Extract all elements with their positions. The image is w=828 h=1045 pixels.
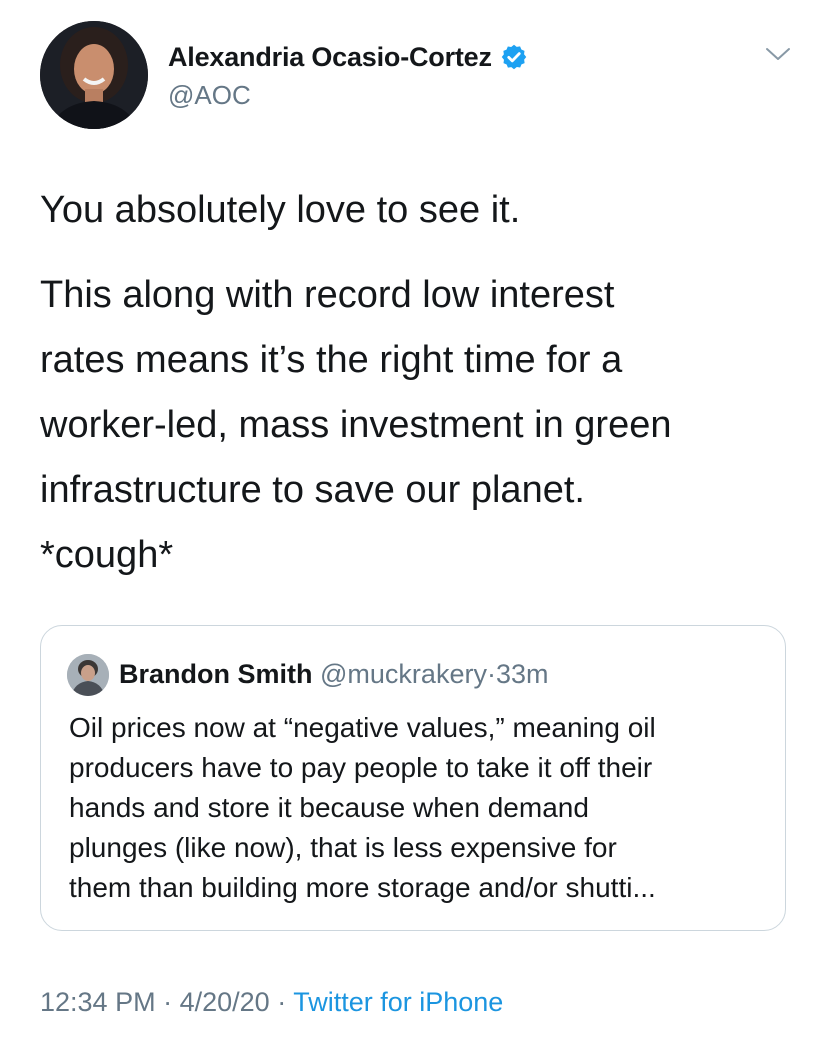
tweet-source-link[interactable]: Twitter for iPhone	[293, 987, 503, 1017]
chevron-down-icon[interactable]	[764, 44, 792, 64]
meta-separator: ·	[163, 987, 173, 1017]
author-name[interactable]: Alexandria Ocasio-Cortez	[168, 42, 492, 73]
meta-separator: ·	[277, 987, 287, 1017]
tweet-text-line: worker-led, mass investment in green	[40, 404, 672, 446]
tweet-text-line: You absolutely love to see it.	[40, 189, 521, 231]
quoted-text-line: them than building more storage and/or s…	[69, 872, 656, 903]
quoted-separator: ·	[486, 659, 496, 689]
quoted-author-name: Brandon Smith	[119, 659, 313, 689]
quoted-text-line: hands and store it because when demand	[69, 792, 589, 823]
author-handle[interactable]: @AOC	[168, 80, 251, 111]
quoted-author-handle: @muckrakery	[320, 659, 487, 689]
quoted-author-avatar	[67, 654, 109, 696]
tweet-time: 12:34 PM	[40, 987, 156, 1017]
tweet-text: This along with record low interest rate…	[40, 263, 800, 588]
quoted-text-line: plunges (like now), that is less expensi…	[69, 832, 617, 863]
tweet-meta-row: 12:34 PM · 4/20/20 · Twitter for iPhone	[40, 982, 503, 1022]
tweet-text-line: This along with record low interest	[40, 274, 615, 316]
quoted-text-line: producers have to pay people to take it …	[69, 752, 653, 783]
tweet-text-line: infrastructure to save our planet.	[40, 469, 585, 511]
tweet-text-line: *cough*	[40, 534, 174, 576]
quoted-author-avatar-image	[67, 654, 109, 696]
verified-badge-icon	[501, 44, 527, 70]
tweet-text-line: rates means it’s the right time for a	[40, 339, 623, 381]
quoted-tweet-card[interactable]: Brandon Smith @muckrakery·33m Oil prices…	[40, 625, 786, 931]
quoted-tweet-header: Brandon Smith @muckrakery·33m	[119, 656, 548, 692]
tweet-date: 4/20/20	[179, 987, 270, 1017]
author-avatar-image	[40, 21, 148, 129]
quoted-tweet-text: Oil prices now at “negative values,” mea…	[69, 708, 656, 908]
quoted-text-line: Oil prices now at “negative values,” mea…	[69, 712, 656, 743]
author-name-row: Alexandria Ocasio-Cortez	[168, 40, 528, 74]
quoted-timestamp: 33m	[495, 659, 549, 689]
author-avatar[interactable]	[40, 21, 148, 129]
